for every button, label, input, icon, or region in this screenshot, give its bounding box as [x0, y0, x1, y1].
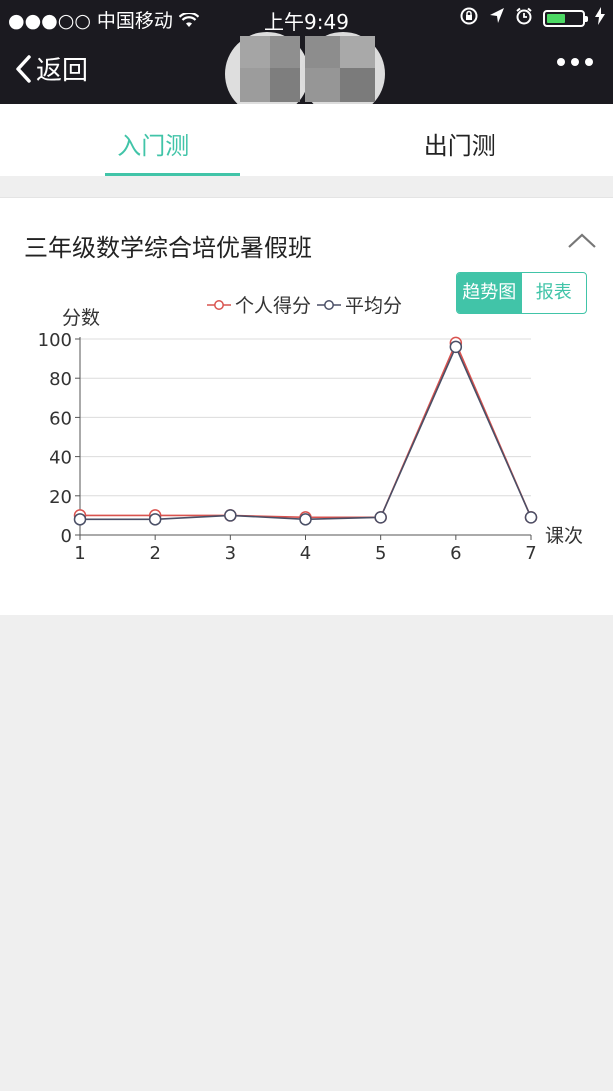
tab-exit-test[interactable]: 出门测 [307, 104, 613, 176]
toggle-report-button[interactable]: 报表 [522, 273, 587, 313]
y-tick-label: 80 [49, 369, 72, 390]
x-tick-label: 3 [225, 543, 236, 564]
legend-marker-average [317, 299, 342, 310]
data-point-average [224, 509, 237, 522]
y-tick-label: 40 [49, 448, 72, 469]
legend-label-average: 平均分 [345, 295, 403, 317]
x-tick-label: 5 [375, 543, 386, 564]
data-point-average [148, 513, 162, 526]
location-icon [489, 7, 505, 30]
dot [557, 58, 565, 66]
x-tick-label: 7 [525, 543, 536, 564]
trend-chart: 0 20 40 60 80 100 1 2 3 4 5 6 7 分数课次 [38, 307, 583, 564]
dot [571, 58, 579, 66]
data-point-average [73, 513, 87, 526]
x-axis-title: 课次 [545, 525, 583, 547]
toggle-trend-button[interactable]: 趋势图 [457, 273, 522, 313]
y-tick-label: 60 [49, 408, 72, 429]
series-line-average [80, 344, 532, 521]
legend-marker-personal [207, 299, 231, 310]
status-icons [459, 6, 605, 31]
tab-entry-test[interactable]: 入门测 [0, 104, 307, 176]
tab-bar: 入门测 出门测 [0, 104, 613, 176]
rotation-lock-icon [459, 6, 479, 31]
x-tick-label: 4 [300, 543, 311, 564]
x-tick-label: 2 [149, 543, 160, 564]
series-line-personal [80, 340, 532, 519]
y-tick-label: 0 [61, 526, 72, 547]
battery-icon [543, 10, 588, 27]
dot [585, 58, 593, 66]
legend-item-personal[interactable]: 个人得分 [207, 291, 311, 318]
data-point-average [449, 340, 463, 354]
charging-icon [595, 7, 605, 30]
x-tick-label: 6 [450, 543, 461, 564]
more-button[interactable] [557, 58, 593, 66]
legend-item-average[interactable]: 平均分 [317, 291, 402, 318]
y-axis-title: 分数 [62, 307, 100, 329]
back-label: 返回 [36, 56, 89, 86]
legend-label-personal: 个人得分 [235, 295, 312, 317]
data-point-average [299, 513, 312, 526]
back-button[interactable]: 返回 [14, 50, 88, 87]
course-card: 三年级数学综合培优暑假班 0 20 40 60 80 100 1 2 3 4 5 6 7 分数 课次 个人得… [0, 197, 613, 615]
data-point-average [524, 511, 538, 524]
nav-bar: 返回 [0, 32, 613, 116]
x-tick-label: 1 [74, 543, 85, 564]
data-point-average [374, 511, 387, 524]
chart-legend: 个人得分 平均分 [207, 291, 402, 318]
alarm-icon [515, 7, 533, 30]
y-tick-label: 100 [38, 330, 72, 351]
y-tick-label: 20 [49, 487, 72, 508]
view-toggle: 趋势图 报表 [456, 272, 587, 314]
chevron-left-icon [14, 54, 32, 84]
